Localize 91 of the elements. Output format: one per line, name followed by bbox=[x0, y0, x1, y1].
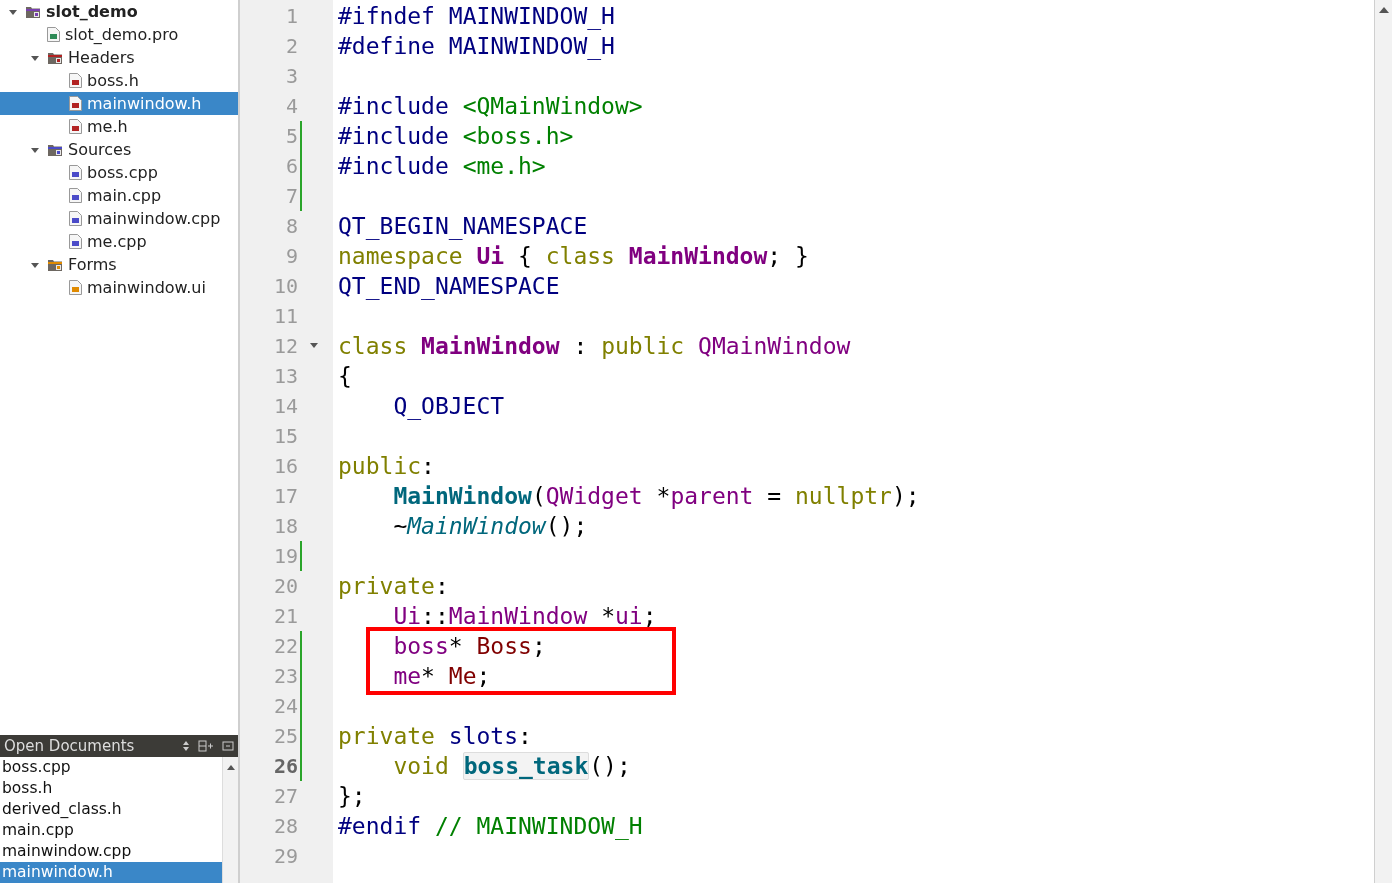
tree-item[interactable]: mainwindow.h bbox=[0, 92, 238, 115]
line-number: 28 bbox=[272, 814, 298, 838]
code-line: private slots: bbox=[338, 723, 532, 749]
tree-item[interactable]: main.cpp bbox=[0, 184, 238, 207]
folder-icon bbox=[47, 257, 63, 272]
file-icon bbox=[69, 188, 82, 203]
line-number: 10 bbox=[272, 274, 298, 298]
line-number: 1 bbox=[284, 4, 298, 28]
panel-title: Open Documents bbox=[4, 737, 136, 755]
file-icon bbox=[69, 280, 82, 295]
line-number: 11 bbox=[272, 304, 298, 328]
code-line: boss* Boss; bbox=[392, 633, 546, 659]
file-icon bbox=[69, 73, 82, 88]
code-line: #endif // MAINWINDOW_H bbox=[338, 813, 643, 839]
code-line: #include <QMainWindow> bbox=[338, 93, 643, 119]
tree-item[interactable]: Sources bbox=[0, 138, 238, 161]
line-number: 8 bbox=[284, 214, 298, 238]
line-number: 18 bbox=[272, 514, 298, 538]
line-number: 14 bbox=[272, 394, 298, 418]
folder-icon bbox=[25, 4, 41, 19]
line-number: 22 bbox=[272, 634, 298, 658]
code-line: public: bbox=[338, 453, 435, 479]
tree-item[interactable]: me.cpp bbox=[0, 230, 238, 253]
tree-item[interactable]: Forms bbox=[0, 253, 238, 276]
code-line: Q_OBJECT bbox=[392, 393, 505, 419]
tree-item[interactable]: slot_demo.pro bbox=[0, 23, 238, 46]
scrollbar[interactable] bbox=[222, 757, 238, 883]
line-number: 23 bbox=[272, 664, 298, 688]
code-line: QT_END_NAMESPACE bbox=[338, 273, 560, 299]
code-line: MainWindow(QWidget *parent = nullptr); bbox=[392, 483, 920, 509]
document-item[interactable]: mainwindow.h bbox=[0, 862, 222, 883]
folder-icon bbox=[47, 142, 63, 157]
fold-arrow-icon[interactable] bbox=[309, 342, 319, 350]
line-number: 20 bbox=[272, 574, 298, 598]
file-icon bbox=[69, 211, 82, 226]
folder-icon bbox=[47, 50, 63, 65]
line-number: 26 bbox=[272, 754, 298, 778]
file-icon bbox=[69, 165, 82, 180]
scroll-up-icon[interactable] bbox=[225, 763, 236, 771]
document-item[interactable]: boss.h bbox=[0, 778, 222, 799]
line-number: 19 bbox=[272, 544, 298, 568]
tree-item[interactable]: mainwindow.ui bbox=[0, 276, 238, 299]
code-line: ~MainWindow(); bbox=[392, 513, 588, 539]
code-line: }; bbox=[338, 783, 366, 809]
code-line: #define MAINWINDOW_H bbox=[338, 33, 615, 59]
close-panel-icon[interactable] bbox=[222, 740, 234, 752]
line-number: 29 bbox=[272, 844, 298, 868]
document-item[interactable]: main.cpp bbox=[0, 820, 222, 841]
line-number: 21 bbox=[272, 604, 298, 628]
line-number: 27 bbox=[272, 784, 298, 808]
code-line: namespace Ui { class MainWindow; } bbox=[338, 243, 809, 269]
tree-item[interactable]: boss.h bbox=[0, 69, 238, 92]
line-number: 4 bbox=[284, 94, 298, 118]
line-number: 7 bbox=[284, 184, 298, 208]
code-line: class MainWindow : public QMainWindow bbox=[338, 333, 851, 359]
document-item[interactable]: mainwindow.cpp bbox=[0, 841, 222, 862]
code-line: #ifndef MAINWINDOW_H bbox=[338, 3, 615, 29]
file-icon bbox=[69, 234, 82, 249]
scroll-up-icon[interactable] bbox=[1377, 6, 1390, 14]
line-number: 24 bbox=[272, 694, 298, 718]
code-line: QT_BEGIN_NAMESPACE bbox=[338, 213, 588, 239]
tree-item[interactable]: me.h bbox=[0, 115, 238, 138]
scrollbar[interactable] bbox=[1374, 0, 1392, 883]
code-line: private: bbox=[338, 573, 449, 599]
sort-icon[interactable] bbox=[182, 740, 190, 752]
file-icon bbox=[47, 27, 60, 42]
line-number: 9 bbox=[284, 244, 298, 268]
line-number: 13 bbox=[272, 364, 298, 388]
code-line: #include <me.h> bbox=[338, 153, 546, 179]
tree-item[interactable]: Headers bbox=[0, 46, 238, 69]
line-number: 16 bbox=[272, 454, 298, 478]
tree-item[interactable]: boss.cpp bbox=[0, 161, 238, 184]
line-number: 12 bbox=[272, 334, 298, 358]
tree-item[interactable]: slot_demo bbox=[0, 0, 238, 23]
code-line: { bbox=[338, 363, 352, 389]
file-icon bbox=[69, 96, 82, 111]
line-number: 17 bbox=[272, 484, 298, 508]
file-icon bbox=[69, 119, 82, 134]
split-icon[interactable] bbox=[198, 740, 214, 752]
line-number: 2 bbox=[284, 34, 298, 58]
code-line: me* Me; bbox=[392, 663, 491, 689]
code-line: #include <boss.h> bbox=[338, 123, 574, 149]
code-line: Ui::MainWindow *ui; bbox=[392, 603, 657, 629]
document-item[interactable]: derived_class.h bbox=[0, 799, 222, 820]
tree-item[interactable]: mainwindow.cpp bbox=[0, 207, 238, 230]
line-number: 25 bbox=[272, 724, 298, 748]
document-item[interactable]: boss.cpp bbox=[0, 757, 222, 778]
line-number: 6 bbox=[284, 154, 298, 178]
line-number: 5 bbox=[284, 124, 298, 148]
line-number: 15 bbox=[272, 424, 298, 448]
line-number: 3 bbox=[284, 64, 298, 88]
